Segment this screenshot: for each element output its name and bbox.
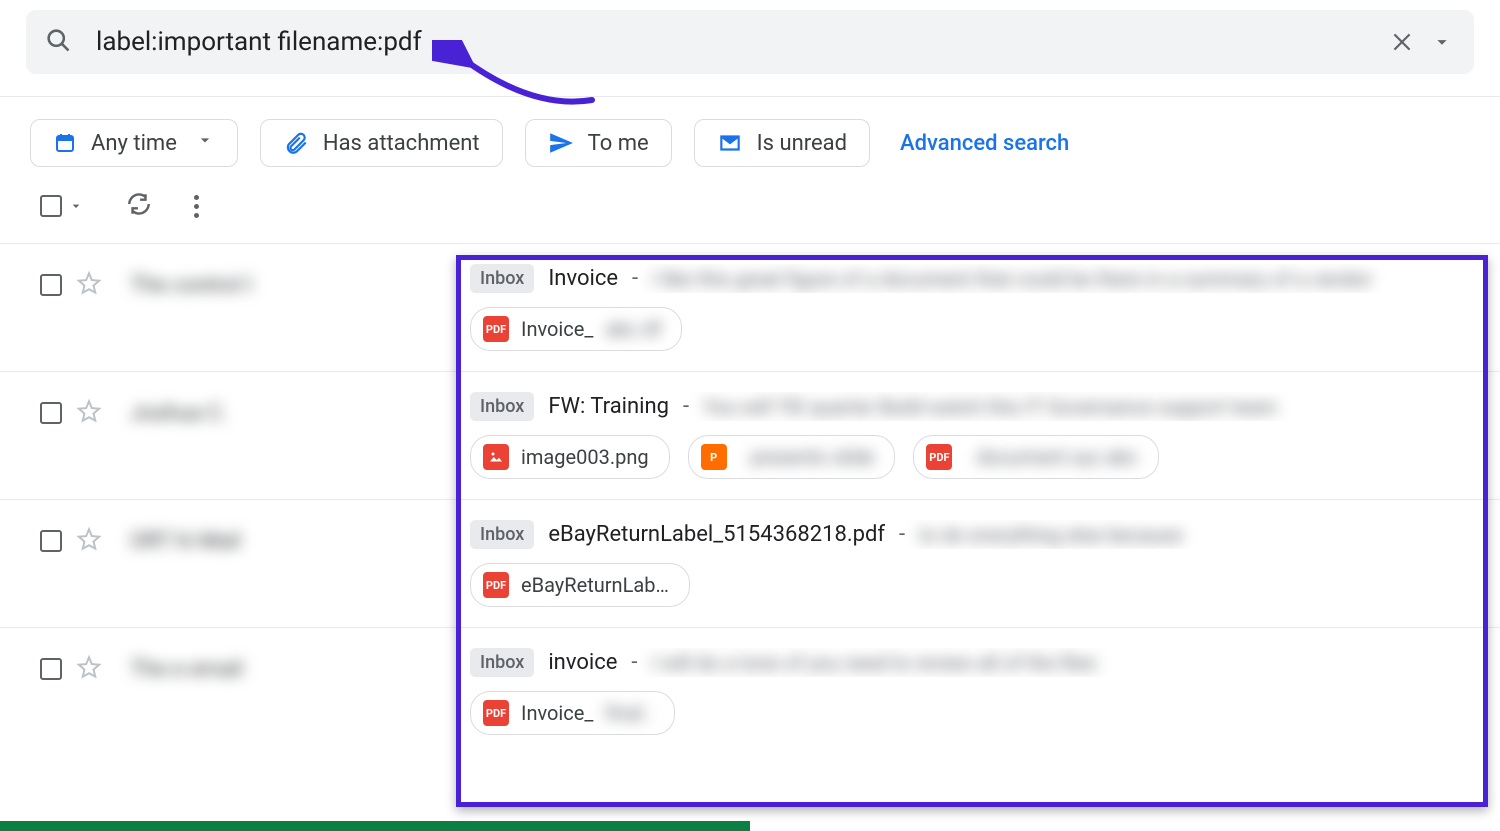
label-chip-inbox: Inbox — [470, 392, 534, 421]
filter-chip-label: Has attachment — [323, 131, 480, 156]
filter-chip-to-me[interactable]: To me — [525, 119, 672, 167]
email-snippet-redacted: to do everything else because — [919, 523, 1183, 547]
attachment-row: PDF Invoice_ final . — [470, 691, 1484, 735]
attachment-name-redacted: abc df — [605, 317, 661, 341]
filter-chip-label: To me — [588, 131, 649, 156]
attachment-name-redacted: presentx slide — [751, 445, 875, 469]
select-all-checkbox[interactable] — [40, 195, 84, 217]
attachment-name: image003.png — [521, 445, 649, 469]
search-icon — [44, 26, 72, 58]
attachment-icon — [283, 130, 309, 156]
row-checkbox[interactable] — [40, 530, 62, 552]
send-icon — [548, 130, 574, 156]
filter-chip-is-unread[interactable]: Is unread — [694, 119, 870, 167]
filter-chips-row: Any time Has attachment To me Is unread … — [0, 97, 1500, 191]
filter-chip-label: Any time — [91, 131, 177, 156]
sender-name-redacted: The control I — [130, 273, 252, 298]
chevron-down-icon — [195, 130, 215, 156]
subject-separator: - — [683, 394, 689, 419]
email-list: The control I Inbox Invoice - I like thi… — [0, 243, 1500, 755]
bottom-accent-bar — [0, 821, 750, 831]
subject-separator: - — [632, 266, 638, 291]
sender-name-redacted: ORT hi Mail — [130, 529, 241, 554]
more-menu-button[interactable] — [194, 195, 199, 218]
sender-name-redacted: The e email — [130, 657, 243, 682]
search-options-dropdown[interactable] — [1422, 22, 1462, 62]
search-bar[interactable]: label:important filename:pdf — [26, 10, 1474, 74]
email-row[interactable]: The e email Inbox invoice - I will do a … — [0, 627, 1500, 755]
sender-name-redacted: Joshua C. — [130, 401, 228, 426]
email-subject: Invoice — [548, 266, 618, 291]
attachment-name: Invoice_ — [521, 701, 593, 725]
email-subject: eBayReturnLabel_5154368218.pdf — [548, 522, 885, 547]
search-input[interactable]: label:important filename:pdf — [96, 27, 1382, 57]
email-row[interactable]: The control I Inbox Invoice - I like thi… — [0, 243, 1500, 371]
refresh-button[interactable] — [126, 191, 152, 221]
attachment-name: Invoice_ — [521, 317, 593, 341]
email-snippet-redacted: I will do a tone of you need to review a… — [652, 651, 1097, 675]
attachment-row: PDF eBayReturnLab… — [470, 563, 1484, 607]
row-checkbox[interactable] — [40, 658, 62, 680]
subject-separator: - — [631, 650, 637, 675]
email-subject: FW: Training — [548, 394, 669, 419]
attachment-chip[interactable]: PDF document xyz abc — [913, 435, 1159, 479]
email-snippet-redacted: I like this great figure of a document t… — [652, 267, 1372, 291]
attachment-name-redacted: document xyz abc — [976, 445, 1138, 469]
calendar-icon — [53, 131, 77, 155]
star-icon[interactable] — [76, 270, 102, 300]
star-icon[interactable] — [76, 526, 102, 556]
email-row[interactable]: ORT hi Mail Inbox eBayReturnLabel_515436… — [0, 499, 1500, 627]
star-icon[interactable] — [76, 654, 102, 684]
chevron-down-icon — [68, 198, 84, 214]
star-icon[interactable] — [76, 398, 102, 428]
email-subject: invoice — [548, 650, 617, 675]
attachment-chip[interactable]: P presentx slide — [688, 435, 896, 479]
label-chip-inbox: Inbox — [470, 520, 534, 549]
attachment-chip[interactable]: image003.png — [470, 435, 670, 479]
advanced-search-link[interactable]: Advanced search — [900, 131, 1069, 156]
label-chip-inbox: Inbox — [470, 648, 534, 677]
attachment-name-redacted: final . — [605, 701, 653, 725]
email-row[interactable]: Joshua C. Inbox FW: Training - You will … — [0, 371, 1500, 499]
subject-separator: - — [899, 522, 905, 547]
list-toolbar — [0, 191, 1500, 243]
row-checkbox[interactable] — [40, 274, 62, 296]
filter-chip-any-time[interactable]: Any time — [30, 119, 238, 167]
attachment-chip[interactable]: PDF eBayReturnLab… — [470, 563, 690, 607]
clear-search-button[interactable] — [1382, 22, 1422, 62]
attachment-chip[interactable]: PDF Invoice_ final . — [470, 691, 675, 735]
attachment-row: PDF Invoice_ abc df — [470, 307, 1484, 351]
attachment-row: image003.png P presentx slide PDF docume… — [470, 435, 1484, 479]
unread-mail-icon — [717, 130, 743, 156]
email-snippet-redacted: You will TIE quarter Build watch this IT… — [703, 395, 1277, 419]
row-checkbox[interactable] — [40, 402, 62, 424]
attachment-chip[interactable]: PDF Invoice_ abc df — [470, 307, 682, 351]
filter-chip-has-attachment[interactable]: Has attachment — [260, 119, 503, 167]
filter-chip-label: Is unread — [757, 131, 847, 156]
attachment-name: eBayReturnLab… — [521, 573, 669, 597]
label-chip-inbox: Inbox — [470, 264, 534, 293]
